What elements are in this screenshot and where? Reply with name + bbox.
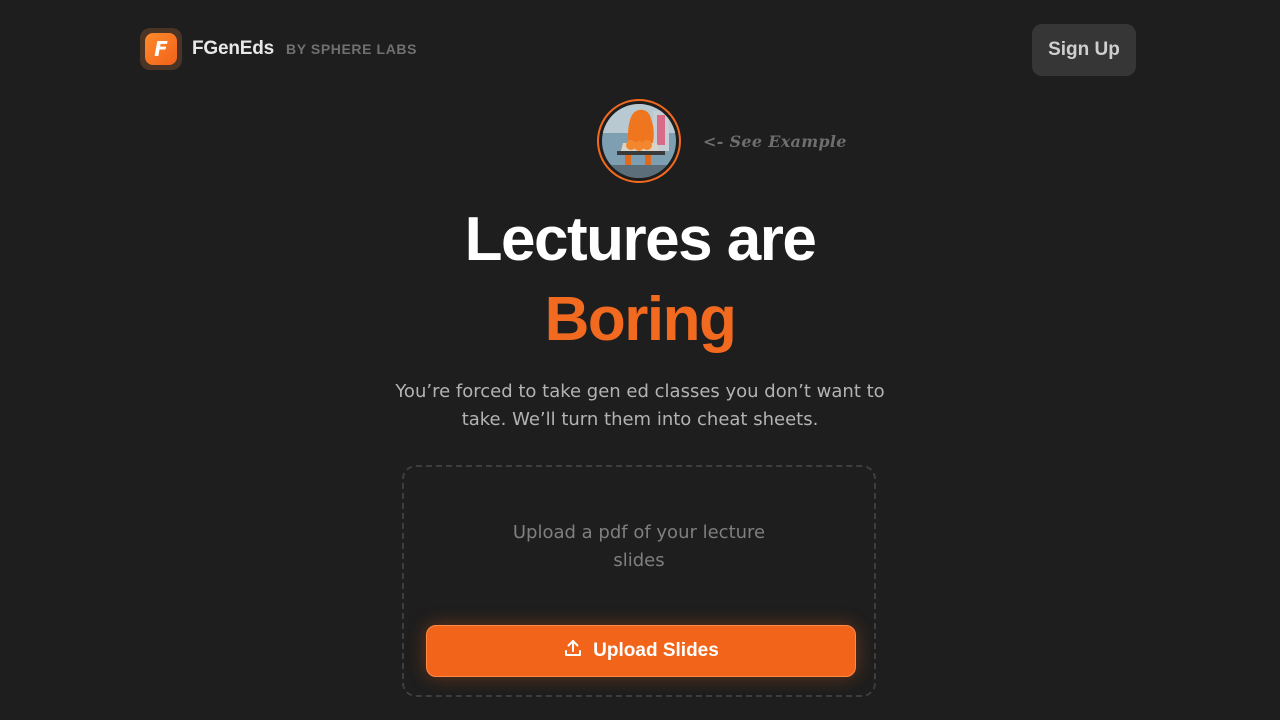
upload-hint-line2: slides bbox=[613, 550, 665, 571]
logo-letter: F bbox=[145, 33, 177, 65]
page: F FGenEds BY SPHERE LABS Sign Up <- See … bbox=[0, 0, 1280, 720]
upload-hint-line1: Upload a pdf of your lecture bbox=[512, 522, 766, 543]
hero-title: Lectures are bbox=[464, 205, 817, 274]
sign-up-button[interactable]: Sign Up bbox=[1032, 24, 1136, 76]
upload-icon bbox=[563, 638, 583, 664]
upload-button-label: Upload Slides bbox=[593, 640, 719, 661]
upload-slides-button[interactable]: Upload Slides bbox=[426, 625, 856, 677]
brand[interactable]: F FGenEds BY SPHERE LABS bbox=[140, 28, 417, 70]
see-example-link[interactable]: <- See Example bbox=[703, 132, 847, 151]
example-avatar-image bbox=[602, 104, 676, 178]
hero-title-accent: Boring bbox=[544, 285, 737, 354]
hero-subtitle: You’re forced to take gen ed classes you… bbox=[395, 381, 885, 430]
example-row: <- See Example bbox=[597, 99, 847, 183]
upload-hint: Upload a pdf of your lecture slides bbox=[404, 519, 874, 575]
brand-name: FGenEds bbox=[192, 38, 275, 59]
brand-byline: BY SPHERE LABS bbox=[286, 41, 418, 57]
upload-dropzone[interactable]: Upload a pdf of your lecture slides Uplo… bbox=[402, 465, 876, 697]
logo-icon: F bbox=[140, 28, 182, 70]
example-avatar[interactable] bbox=[597, 99, 681, 183]
